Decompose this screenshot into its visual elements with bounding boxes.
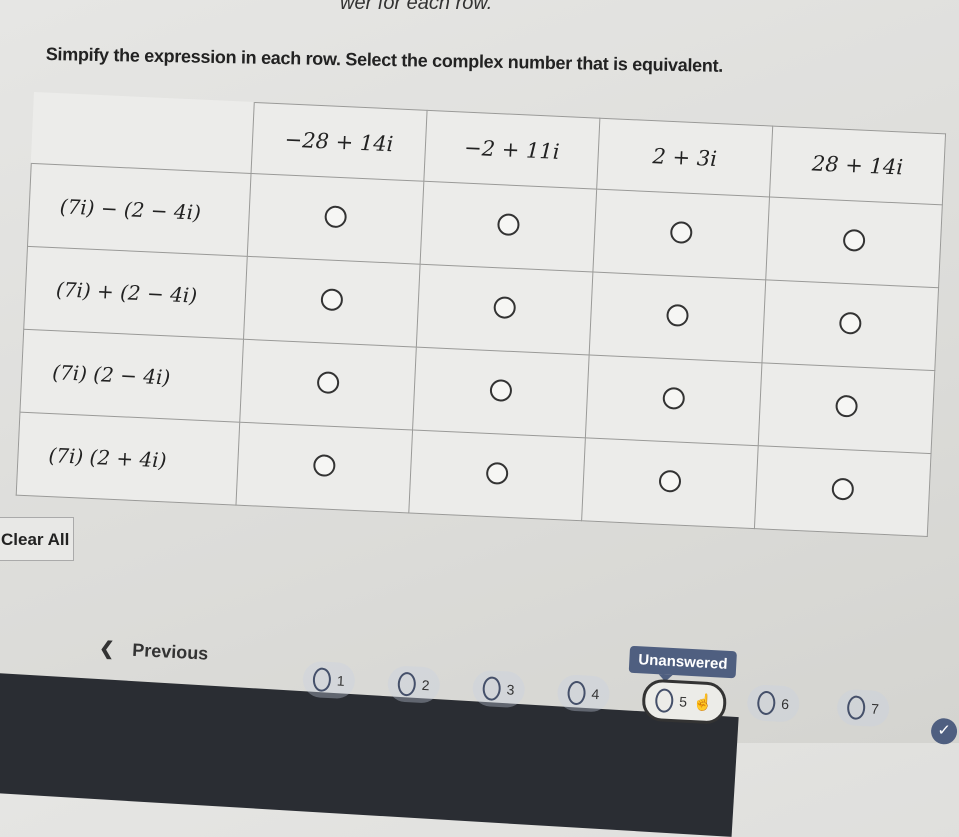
previous-label: Previous <box>131 639 209 664</box>
question-3-button[interactable]: 3 <box>471 669 526 709</box>
radio-option[interactable] <box>497 212 520 236</box>
radio-option[interactable] <box>842 228 866 252</box>
radio-option[interactable] <box>831 477 855 501</box>
radio-option[interactable] <box>669 220 693 244</box>
unanswered-circle-icon <box>482 676 502 702</box>
column-header: 28 + 14i <box>769 126 946 205</box>
question-6-button[interactable]: 6 <box>746 683 800 723</box>
previous-button[interactable]: ❮ Previous <box>99 638 227 666</box>
radio-option[interactable] <box>666 303 690 327</box>
radio-option[interactable] <box>489 378 513 402</box>
instruction-fragment: wer for each row. <box>340 0 493 14</box>
radio-option[interactable] <box>312 453 336 477</box>
row-expression: (7i) (2 − 4i) <box>19 329 244 423</box>
chevron-left-icon: ❮ <box>98 637 115 659</box>
unanswered-circle-icon <box>846 695 866 721</box>
question-1-button[interactable]: 1 <box>301 660 356 700</box>
row-expression: (7i) (2 + 4i) <box>16 412 240 506</box>
radio-option[interactable] <box>320 287 344 311</box>
radio-option[interactable] <box>838 311 862 335</box>
unanswered-circle-icon <box>397 671 417 697</box>
answer-grid: −28 + 14i −2 + 11i 2 + 3i 28 + 14i (7i) … <box>15 92 947 538</box>
radio-option[interactable] <box>493 295 517 319</box>
row-expression: (7i) + (2 − 4i) <box>23 246 248 340</box>
column-header: −28 + 14i <box>251 102 428 182</box>
unanswered-circle-icon <box>756 690 776 716</box>
column-header: −2 + 11i <box>423 110 600 190</box>
column-header: 2 + 3i <box>596 118 773 197</box>
radio-option[interactable] <box>316 370 340 394</box>
header-blank <box>31 92 255 174</box>
question-7-button[interactable]: 7 <box>836 688 890 728</box>
question-4-button[interactable]: 4 <box>556 674 611 713</box>
unanswered-circle-icon <box>566 680 587 706</box>
radio-option[interactable] <box>485 461 509 485</box>
radio-option[interactable] <box>658 469 682 493</box>
radio-option[interactable] <box>324 204 348 228</box>
question-2-button[interactable]: 2 <box>386 665 441 704</box>
radio-option[interactable] <box>662 386 686 410</box>
unanswered-tooltip: Unanswered <box>628 645 738 679</box>
question-prompt: Simpify the expression in each row. Sele… <box>45 44 724 76</box>
radio-option[interactable] <box>835 394 859 418</box>
hand-cursor-icon: ☝ <box>692 694 714 713</box>
question-5-button[interactable]: 5 ☝ <box>641 678 728 725</box>
unanswered-circle-icon <box>312 667 332 693</box>
clear-all-button[interactable]: Clear All <box>0 517 74 561</box>
row-expression: (7i) − (2 − 4i) <box>27 163 252 257</box>
checkmark-icon[interactable]: ✓ <box>930 717 958 745</box>
unanswered-circle-icon <box>654 688 674 714</box>
